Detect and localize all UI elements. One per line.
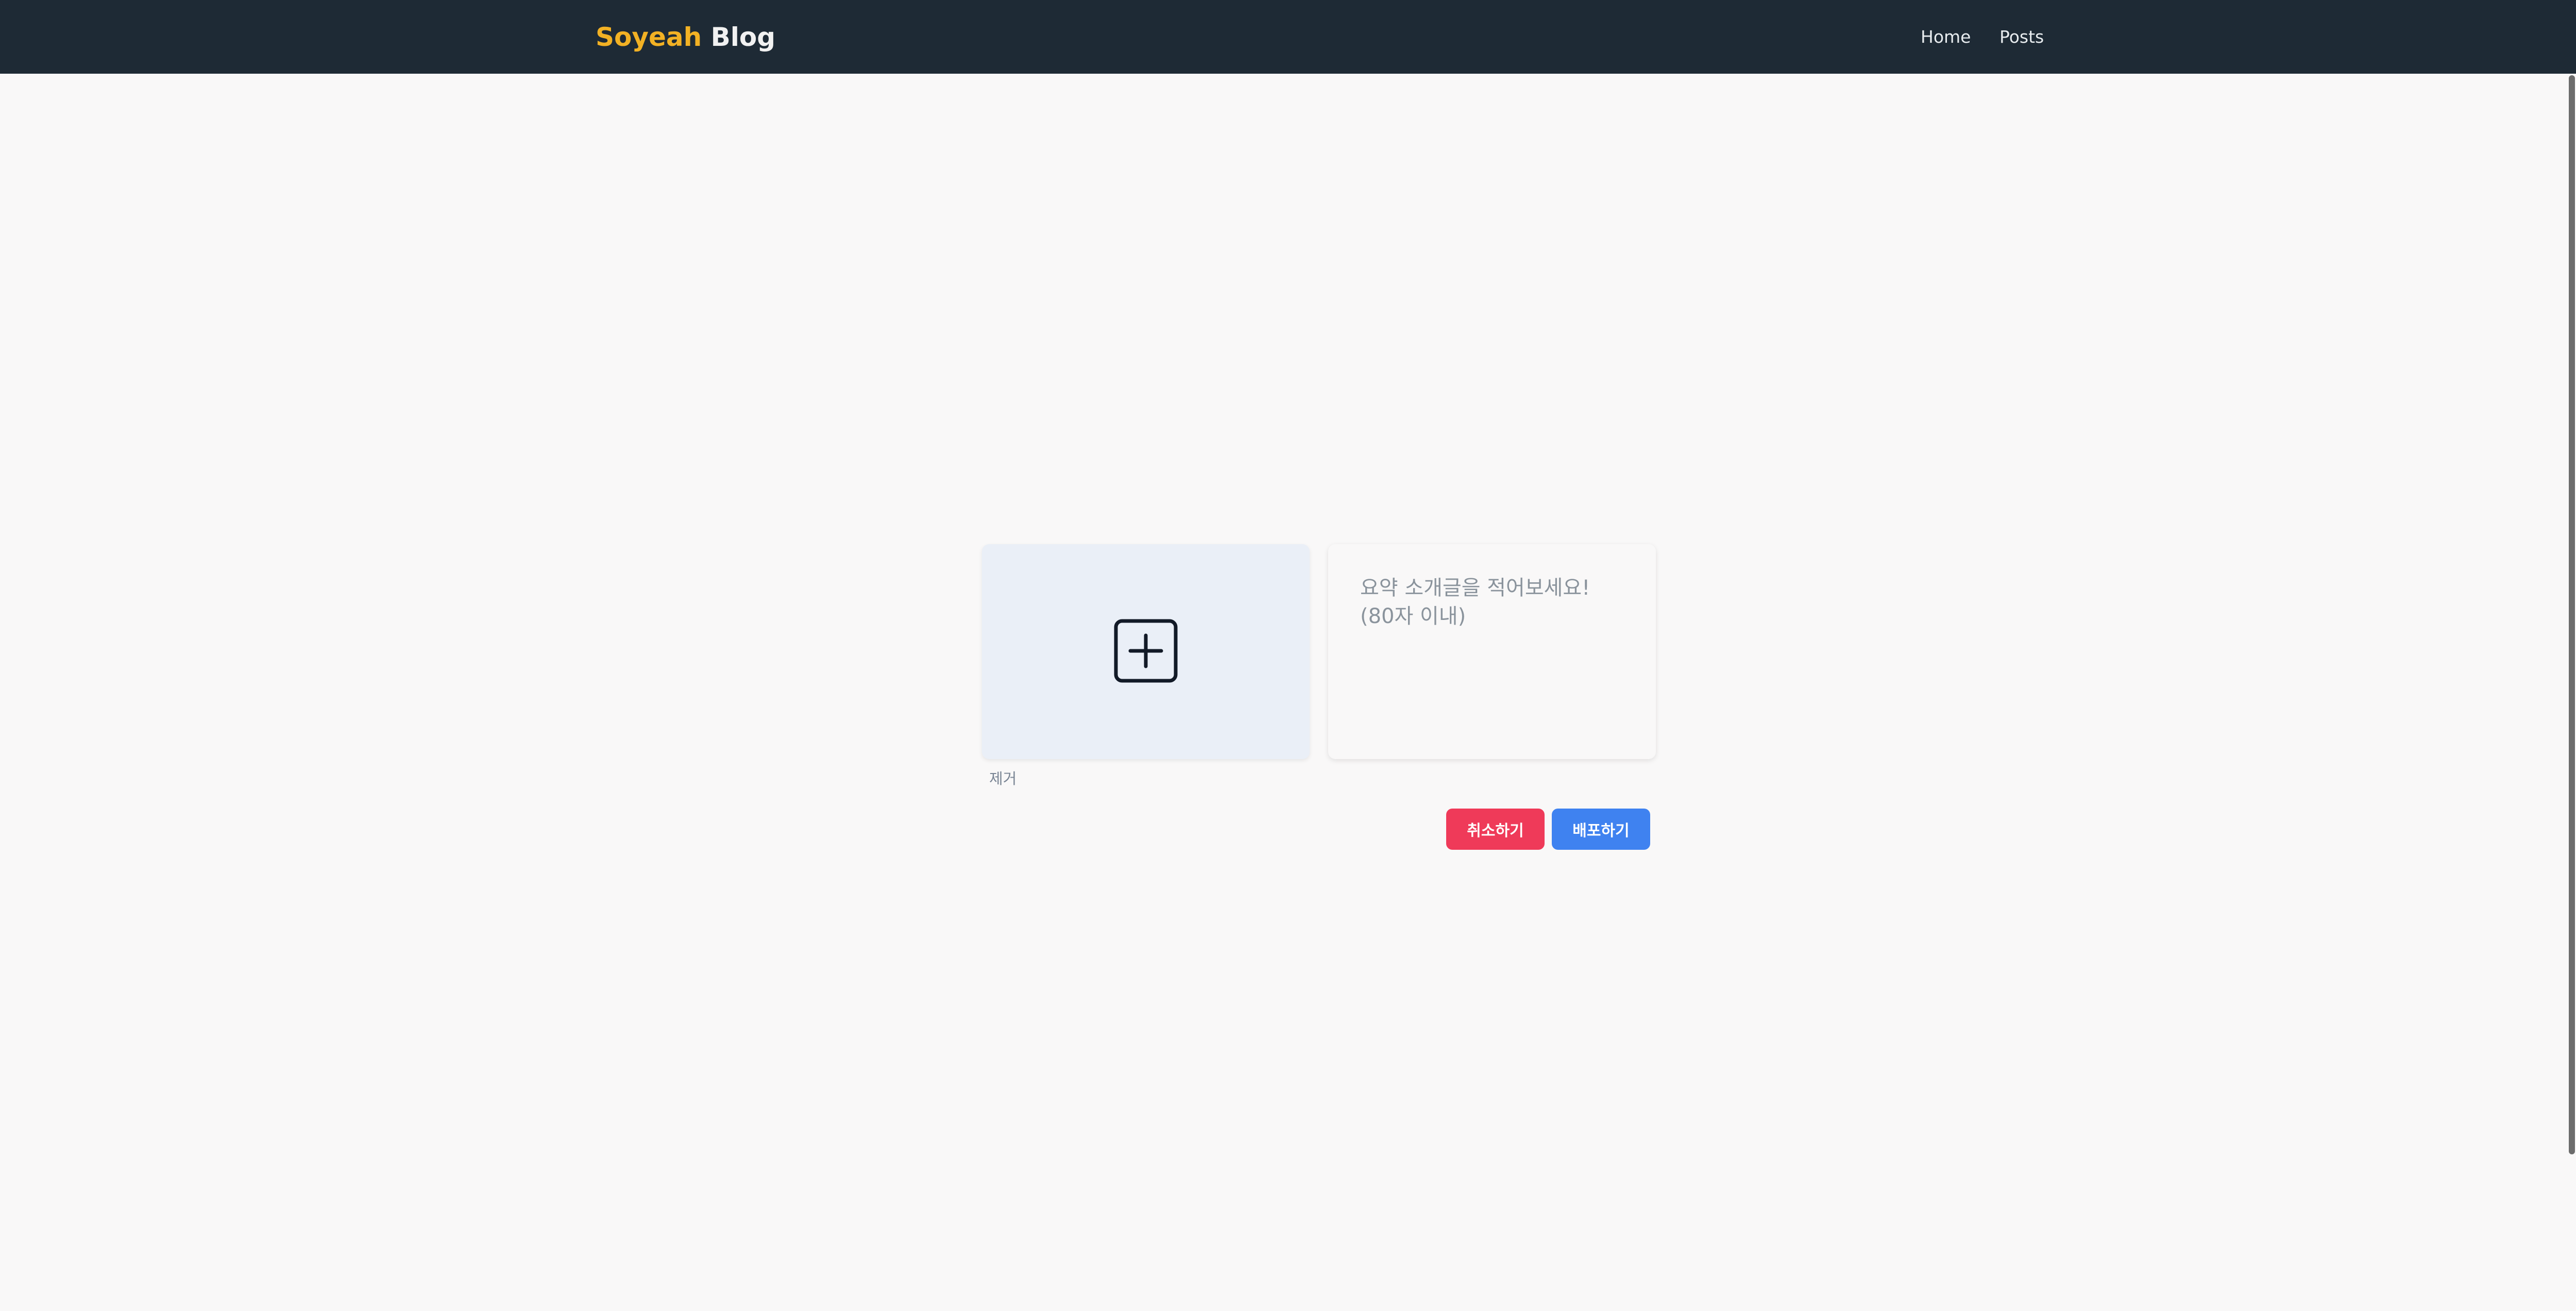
brand-logo[interactable]: Soyeah Blog — [596, 20, 775, 55]
scrollbar-thumb[interactable] — [2569, 75, 2575, 1154]
top-navbar: Soyeah Blog Home Posts — [0, 0, 2576, 74]
plus-square-icon — [1114, 619, 1178, 683]
summary-textarea[interactable] — [1328, 544, 1656, 759]
summary-card — [1328, 544, 1656, 759]
thumbnail-upload-area[interactable] — [982, 544, 1310, 759]
nav-link-home[interactable]: Home — [1921, 26, 1971, 48]
brand-name-primary: Soyeah — [596, 22, 702, 52]
deploy-button[interactable]: 배포하기 — [1552, 809, 1650, 850]
cancel-button[interactable]: 취소하기 — [1446, 809, 1545, 850]
nav-link-posts[interactable]: Posts — [1999, 26, 2044, 48]
remove-thumbnail-link[interactable]: 제거 — [989, 769, 1016, 788]
brand-name-secondary: Blog — [710, 22, 776, 52]
